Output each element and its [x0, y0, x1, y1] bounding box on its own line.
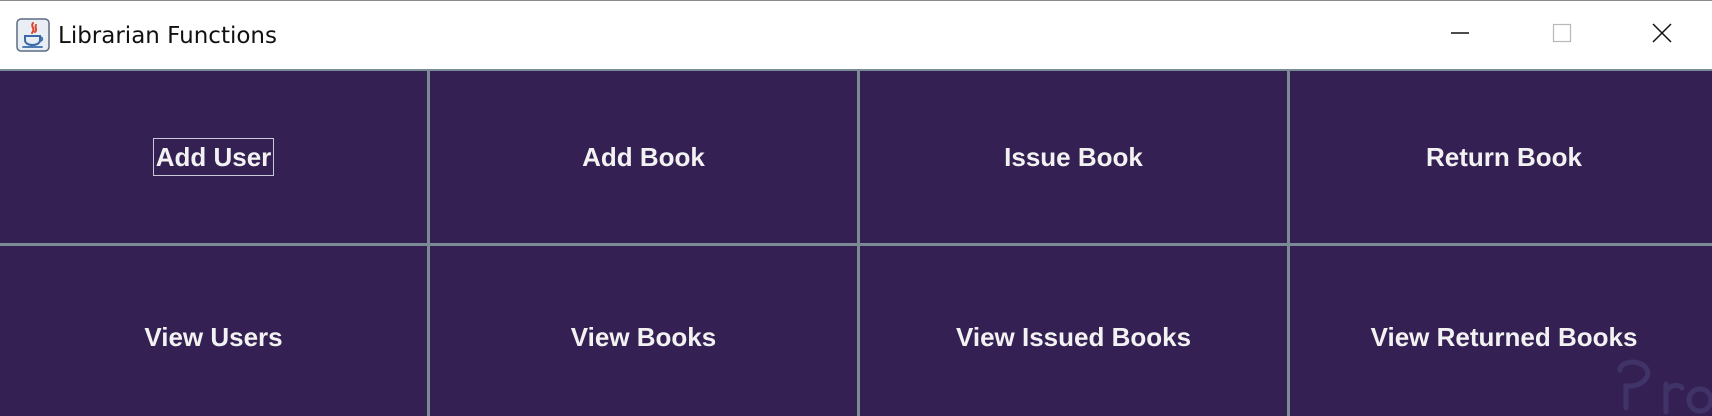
view-issued-books-button[interactable]: View Issued Books	[860, 246, 1287, 416]
return-book-label: Return Book	[1426, 142, 1582, 172]
issue-book-label: Issue Book	[1004, 142, 1143, 172]
view-issued-books-label: View Issued Books	[955, 322, 1192, 352]
java-icon[interactable]	[16, 18, 50, 52]
issue-book-button[interactable]: Issue Book	[860, 71, 1287, 243]
minimize-button[interactable]	[1410, 2, 1510, 68]
close-button[interactable]	[1612, 2, 1712, 68]
minimize-icon	[1450, 23, 1470, 48]
view-books-button[interactable]: View Books	[430, 246, 857, 416]
librarian-functions-window: Librarian Functions Add User Add Book Is…	[0, 0, 1712, 416]
return-book-button[interactable]: Return Book	[1290, 71, 1712, 243]
view-returned-books-button[interactable]: View Returned Books	[1290, 246, 1712, 416]
view-books-label: View Books	[570, 322, 717, 352]
functions-grid: Add User Add Book Issue Book Return Book…	[0, 69, 1712, 416]
watermark-logo-icon	[1608, 350, 1712, 416]
title-bar[interactable]: Librarian Functions	[0, 1, 1712, 70]
add-book-button[interactable]: Add Book	[430, 71, 857, 243]
maximize-button[interactable]	[1512, 2, 1612, 68]
close-icon	[1651, 22, 1673, 49]
view-users-label: View Users	[144, 322, 283, 352]
add-book-label: Add Book	[582, 142, 705, 172]
window-title: Librarian Functions	[58, 23, 277, 49]
view-returned-books-label: View Returned Books	[1370, 322, 1638, 352]
maximize-icon	[1552, 23, 1572, 48]
add-user-button[interactable]: Add User	[0, 71, 427, 243]
add-user-label: Add User	[152, 138, 275, 176]
view-users-button[interactable]: View Users	[0, 246, 427, 416]
